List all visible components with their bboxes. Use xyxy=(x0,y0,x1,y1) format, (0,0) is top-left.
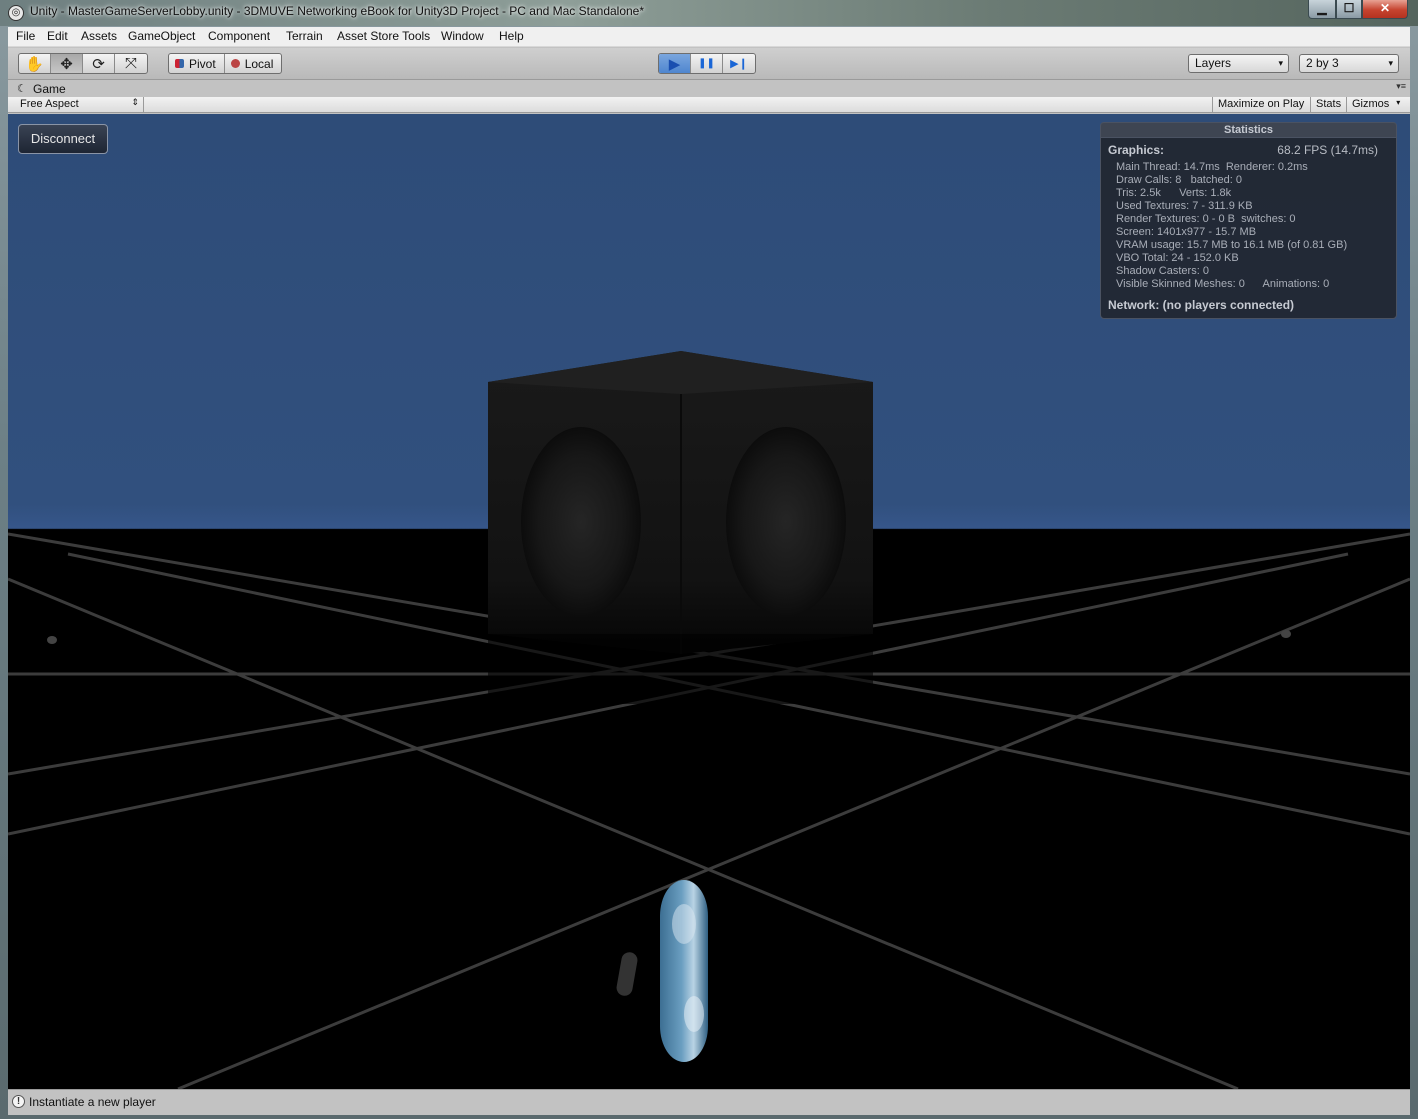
gizmos-label: Gizmos xyxy=(1352,98,1390,110)
player-shadow xyxy=(616,952,638,996)
unity-logo-icon: ◎ xyxy=(8,5,24,21)
status-message: Instantiate a new player xyxy=(29,1095,156,1109)
info-icon: ! xyxy=(12,1095,25,1108)
stat-line: Shadow Casters: 0 xyxy=(1116,265,1209,277)
game-view-toolbar: Free Aspect ⇕ Maximize on Play Stats Giz… xyxy=(8,97,1410,113)
stat-line: Main Thread: 14.7ms Renderer: 0.2ms xyxy=(1116,161,1308,173)
game-tab-label: Game xyxy=(33,82,66,96)
aspect-dropdown[interactable]: Free Aspect ⇕ xyxy=(12,97,144,112)
main-toolbar: ✋ ✥ ⟳ ⤧ Pivot Local ▶ ❚❚ ▶❙ Layers ▾ 2 b… xyxy=(8,48,1410,80)
disconnect-button[interactable]: Disconnect xyxy=(18,124,108,154)
aspect-label: Free Aspect xyxy=(20,98,79,110)
pivot-toggles: Pivot Local xyxy=(168,53,283,74)
hand-icon[interactable]: ✋ xyxy=(19,54,51,73)
game-tab-icon: ☾ xyxy=(17,83,27,95)
graphics-label: Graphics: xyxy=(1108,143,1165,157)
unity-window: ◎ Unity - MasterGameServerLobby.unity - … xyxy=(0,0,1418,1119)
fps-readout: 68.2 FPS (14.7ms) xyxy=(1277,143,1378,157)
tab-game[interactable]: ☾ Game ▾≡ xyxy=(8,81,1410,97)
layers-dropdown[interactable]: Layers ▾ xyxy=(1188,54,1289,73)
pivot-label: Pivot xyxy=(189,56,216,71)
stat-line: Render Textures: 0 - 0 B switches: 0 xyxy=(1116,213,1296,225)
local-label: Local xyxy=(244,56,274,71)
minimize-button[interactable]: ▁ xyxy=(1308,0,1336,19)
status-bar[interactable]: ! Instantiate a new player xyxy=(8,1089,1410,1115)
stat-line: Tris: 2.5k Verts: 1.8k xyxy=(1116,187,1232,199)
panel-menu-icon[interactable]: ▾≡ xyxy=(1396,81,1406,92)
menu-terrain[interactable]: Terrain xyxy=(286,29,323,43)
player-capsule xyxy=(660,880,708,1062)
stat-line: VBO Total: 24 - 152.0 KB xyxy=(1116,252,1239,264)
window-title: Unity - MasterGameServerLobby.unity - 3D… xyxy=(30,4,645,18)
rotate-icon[interactable]: ⟳ xyxy=(83,54,115,73)
stat-line: Screen: 1401x977 - 15.7 MB xyxy=(1116,226,1257,238)
pivot-button[interactable]: Pivot xyxy=(169,54,225,73)
pause-icon[interactable]: ❚❚ xyxy=(691,54,723,73)
game-viewport[interactable]: Disconnect Statistics Graphics: 68.2 FPS… xyxy=(8,114,1410,1089)
chevron-down-icon: ▾ xyxy=(1388,58,1393,68)
chevron-down-icon: ▾ xyxy=(1278,58,1283,68)
maximize-button[interactable]: ☐ xyxy=(1336,0,1362,19)
ground-marker-right xyxy=(1281,630,1291,638)
menu-asset-store-tools[interactable]: Asset Store Tools xyxy=(337,29,430,43)
stat-line: VRAM usage: 15.7 MB to 16.1 MB (of 0.81 … xyxy=(1116,239,1348,251)
transform-tools: ✋ ✥ ⟳ ⤧ xyxy=(18,53,148,74)
statistics-panel: Statistics Graphics: 68.2 FPS (14.7ms) M… xyxy=(1100,122,1397,319)
menu-bar: File Edit Assets GameObject Component Te… xyxy=(8,27,1410,47)
layout-dropdown[interactable]: 2 by 3 ▾ xyxy=(1299,54,1399,73)
stat-line: Draw Calls: 8 batched: 0 xyxy=(1116,174,1242,186)
updown-icon: ⇕ xyxy=(131,97,139,107)
stats-toggle[interactable]: Stats xyxy=(1310,97,1346,112)
stat-lines: Main Thread: 14.7ms Renderer: 0.2ms Draw… xyxy=(1116,161,1347,291)
menu-gameobject[interactable]: GameObject xyxy=(128,29,195,43)
scale-icon[interactable]: ⤧ xyxy=(115,54,147,73)
pivot-icon xyxy=(175,59,184,68)
stat-line: Visible Skinned Meshes: 0 Animations: 0 xyxy=(1116,278,1330,290)
layers-label: Layers xyxy=(1195,56,1232,70)
menu-help[interactable]: Help xyxy=(499,29,524,43)
step-icon[interactable]: ▶❙ xyxy=(723,54,755,73)
close-button[interactable]: ✕ xyxy=(1362,0,1408,19)
local-icon xyxy=(230,59,240,68)
menu-window[interactable]: Window xyxy=(441,29,484,43)
menu-assets[interactable]: Assets xyxy=(81,29,117,43)
playback-controls: ▶ ❚❚ ▶❙ xyxy=(658,53,756,74)
title-bar[interactable]: ◎ Unity - MasterGameServerLobby.unity - … xyxy=(0,0,1418,26)
maximize-on-play-toggle[interactable]: Maximize on Play xyxy=(1212,97,1309,112)
move-icon[interactable]: ✥ xyxy=(51,54,83,73)
menu-component[interactable]: Component xyxy=(208,29,270,43)
menu-file[interactable]: File xyxy=(16,29,35,43)
chevron-down-icon: ▾ xyxy=(1396,98,1401,107)
network-status: Network: (no players connected) xyxy=(1108,298,1295,312)
stat-line: Used Textures: 7 - 311.9 KB xyxy=(1116,200,1253,212)
gizmos-dropdown[interactable]: Gizmos ▾ xyxy=(1346,97,1403,112)
ground-marker-left xyxy=(47,636,57,644)
menu-edit[interactable]: Edit xyxy=(47,29,68,43)
speaker-cube xyxy=(488,351,873,704)
statistics-title: Statistics xyxy=(1101,123,1396,138)
play-icon[interactable]: ▶ xyxy=(659,54,691,73)
local-button[interactable]: Local xyxy=(225,54,282,73)
unity-editor: File Edit Assets GameObject Component Te… xyxy=(8,27,1410,1115)
layout-label: 2 by 3 xyxy=(1306,56,1339,70)
